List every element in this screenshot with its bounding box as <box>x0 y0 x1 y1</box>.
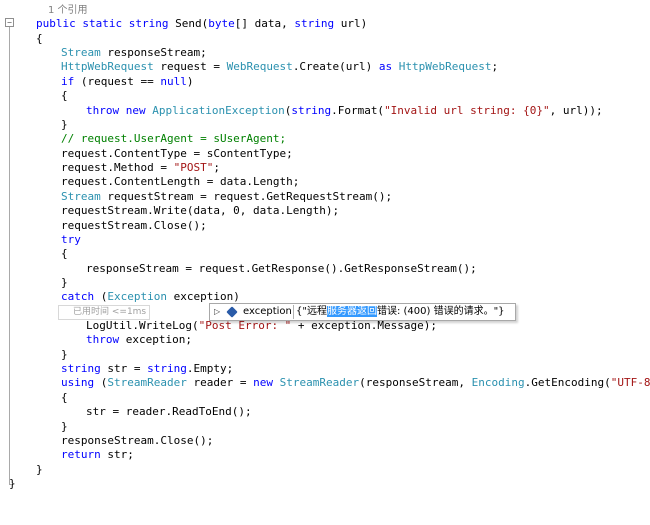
code-line-27: { <box>61 391 68 404</box>
code-line-9-comment: // request.UserAgent = sUserAgent; <box>61 132 287 145</box>
code-line-7: throw new ApplicationException(string.Fo… <box>86 104 603 117</box>
code-line-12: request.ContentLength = data.Length; <box>61 175 300 188</box>
code-line-10: request.ContentType = sContentType; <box>61 147 293 160</box>
codelens-references[interactable]: 1 个引用 <box>48 4 88 18</box>
datatip-value[interactable]: {"远程服务器返回错误: (400) 错误的请求。"} <box>296 304 505 320</box>
code-editor[interactable]: − 1 个引用 public static string Send(byte[]… <box>0 0 650 525</box>
code-line-1: public static string Send(byte[] data, s… <box>36 17 368 30</box>
code-line-8: } <box>61 118 68 131</box>
code-line-25: string str = string.Empty; <box>61 362 234 375</box>
field-icon <box>226 306 238 318</box>
code-line-26: using (StreamReader reader = new StreamR… <box>61 376 650 389</box>
datatip-separator <box>293 305 294 319</box>
code-line-30: responseStream.Close(); <box>61 434 214 447</box>
debugger-datatip[interactable]: ▷ exception {"远程服务器返回错误: (400) 错误的请求。"} <box>209 303 516 321</box>
code-line-16-try: try <box>61 233 81 246</box>
code-line-15: requestStream.Close(); <box>61 219 207 232</box>
code-line-29: } <box>61 420 68 433</box>
collapse-method-icon[interactable]: − <box>5 18 14 27</box>
datatip-selected-text: 服务器返回 <box>326 306 377 317</box>
code-line-28: str = reader.ReadToEnd(); <box>86 405 252 418</box>
code-line-24: } <box>61 348 68 361</box>
fold-guide <box>9 27 10 484</box>
code-line-13: Stream requestStream = request.GetReques… <box>61 190 393 203</box>
code-line-23: throw exception; <box>86 333 192 346</box>
code-line-22: LogUtil.WriteLog("Post Error: " + except… <box>86 319 438 332</box>
perf-tip[interactable]: 已用时间 <=1ms <box>58 305 151 320</box>
code-line-20-catch: catch (Exception exception) <box>61 290 240 303</box>
code-line-19: } <box>61 276 68 289</box>
code-line-14: requestStream.Write(data, 0, data.Length… <box>61 204 340 217</box>
code-line-18: responseStream = request.GetResponse().G… <box>86 262 477 275</box>
triangle-right-icon[interactable]: ▷ <box>214 304 220 320</box>
code-line-2: { <box>36 32 43 45</box>
code-line-33: } <box>9 477 16 490</box>
code-line-17: { <box>61 247 68 260</box>
code-line-11: request.Method = "POST"; <box>61 161 220 174</box>
code-line-5: if (request == null) <box>61 75 194 88</box>
code-line-3: Stream responseStream; <box>61 46 207 59</box>
code-line-31: return str; <box>61 448 134 461</box>
code-line-6: { <box>61 89 68 102</box>
code-line-32: } <box>36 463 43 476</box>
code-line-4: HttpWebRequest request = WebRequest.Crea… <box>61 60 499 73</box>
datatip-variable-name: exception <box>243 306 292 317</box>
